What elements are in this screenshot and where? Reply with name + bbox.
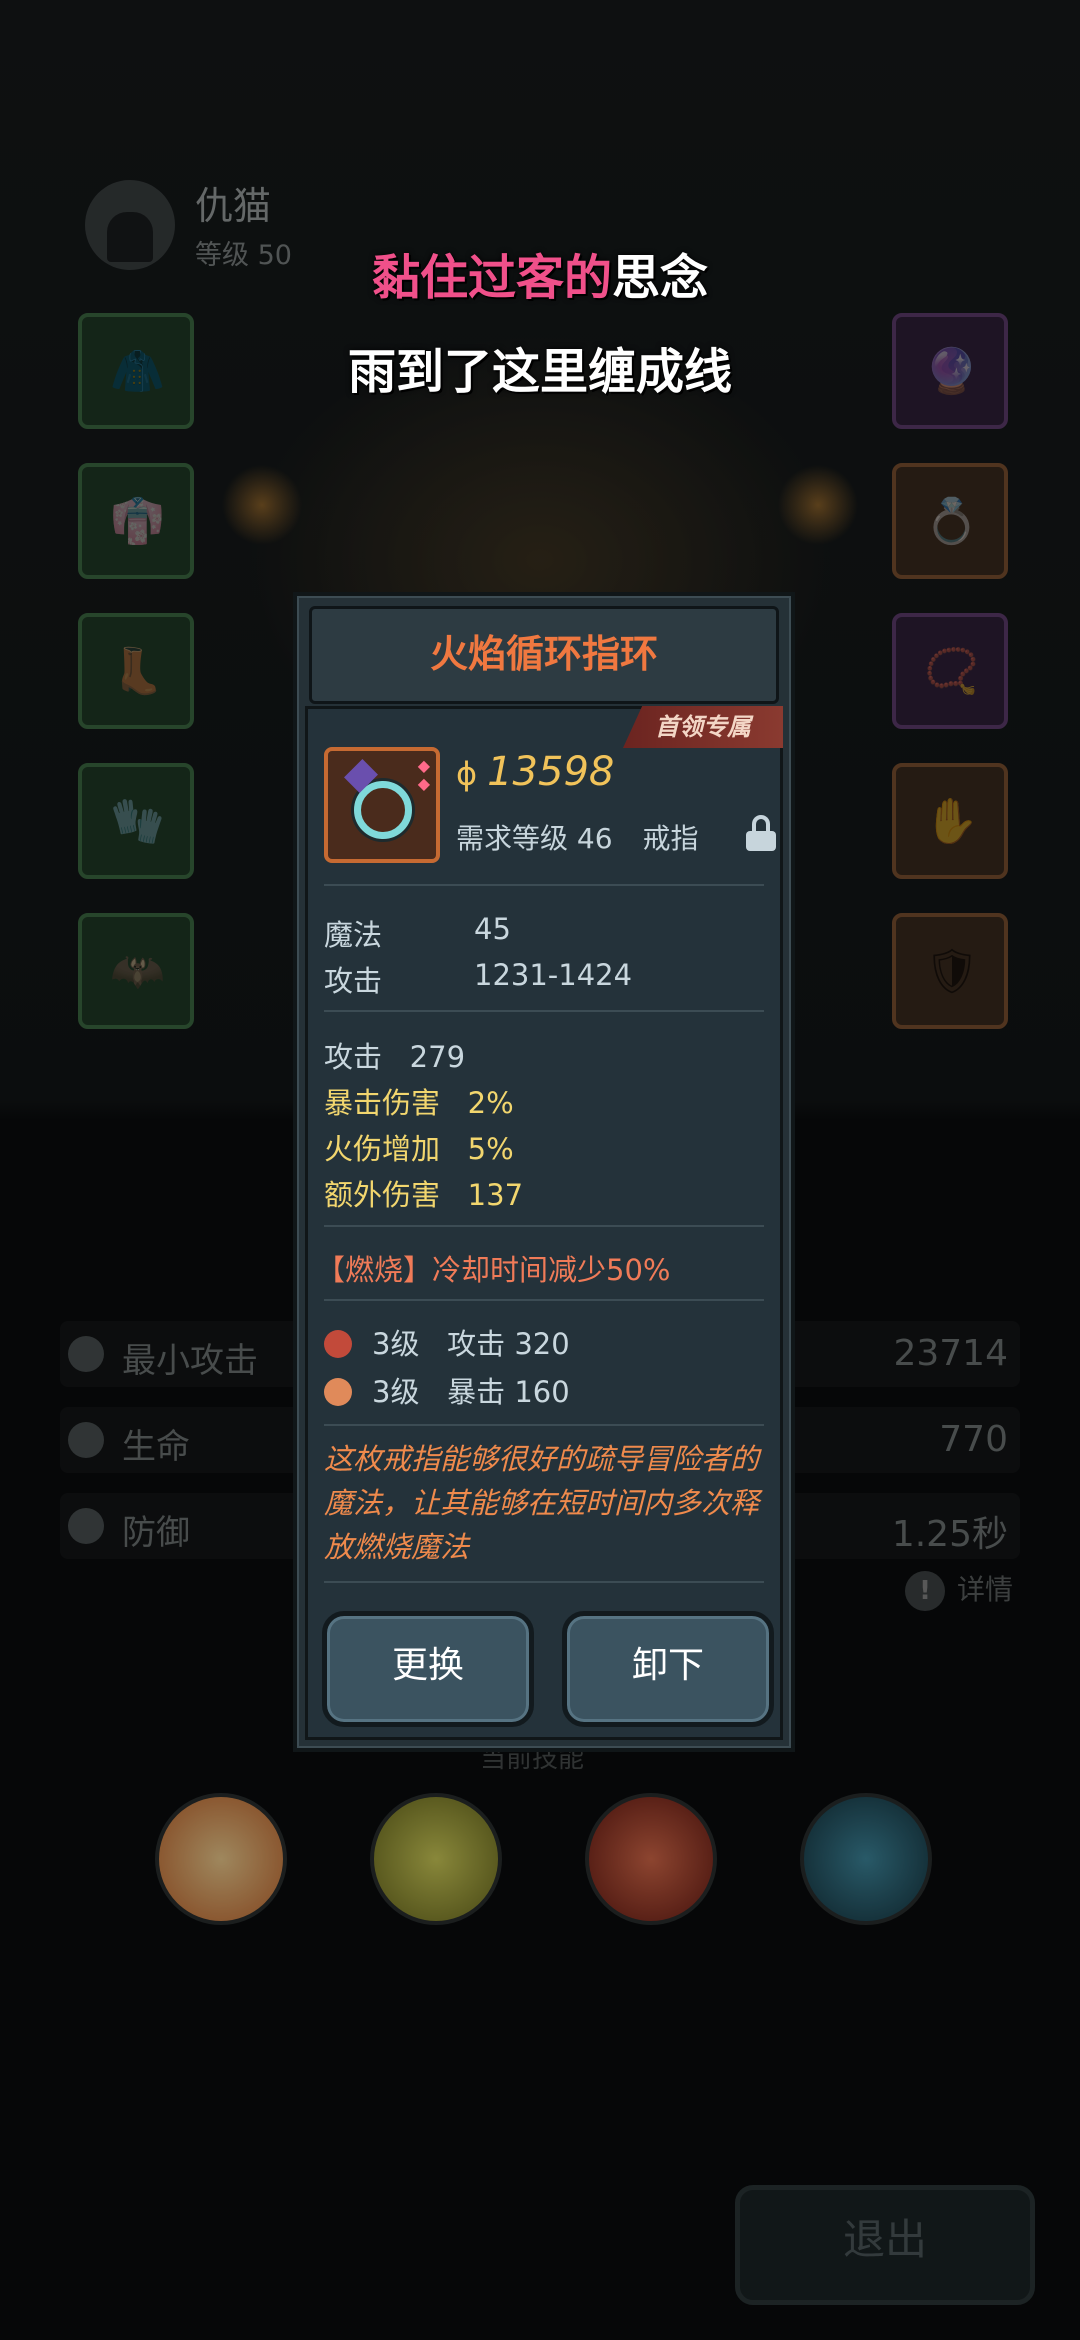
ruby-gem-icon [324,1330,352,1358]
price-value: 13598 [487,749,615,795]
gem-level: 3级 [372,1375,420,1409]
lock-icon[interactable] [746,815,776,851]
item-detail-body: 首领专属 ◆ ◆ ɸ 13598 需求等级 46 戒指 魔法 45 攻击 1231-142… [305,706,783,1740]
lyrics-line-2: 雨到了这里缠成线 [347,344,732,400]
stat-label: 额外伤害 [324,1178,441,1212]
gem-effect: 暴击 160 [447,1375,570,1409]
bonus-stat-row: 攻击 279 [324,1034,465,1076]
replace-button[interactable]: 更换 [322,1611,534,1727]
coin-icon: ɸ [456,755,478,793]
divider [324,1581,764,1583]
stat-label: 魔法 [324,918,383,952]
stat-value: 45 [474,912,511,946]
bonus-stat-row: 额外伤害 137 [324,1172,523,1214]
lyrics-line-1: 黏住过客的思念 [0,238,1080,308]
divider [324,884,764,886]
lyrics-highlight: 黏住过客的 [371,250,612,306]
bonus-stat-row: 火伤增加 5% [324,1126,514,1168]
gem-effect: 攻击 320 [447,1327,570,1361]
required-level: 需求等级 46 [456,822,613,855]
lyrics-rest: 思念 [612,250,709,306]
divider [324,1010,764,1012]
item-detail-panel: 火焰循环指环 首领专属 ◆ ◆ ɸ 13598 需求等级 46 戒指 魔法 45 攻击 1… [293,592,795,1752]
item-requirement: 需求等级 46 戒指 [456,817,699,857]
stat-label: 火伤增加 [324,1132,441,1166]
divider [324,1225,764,1227]
gem-level: 3级 [372,1327,420,1361]
item-price: ɸ 13598 [456,749,614,795]
amber-gem-icon [324,1378,352,1406]
socket-pips-icon: ◆ ◆ [417,756,430,793]
special-effect: 【燃烧】冷却时间减少50% [316,1253,671,1287]
stat-value: 137 [467,1178,524,1212]
bonus-stat-row: 暴击伤害 2% [324,1080,514,1122]
base-stat-row: 魔法 45 [324,912,511,954]
stat-label: 攻击 [324,964,383,998]
stat-value: 2% [467,1086,514,1120]
divider [324,1424,764,1426]
gem-row: 3级 攻击 320 [324,1321,570,1363]
stat-value: 5% [467,1132,514,1166]
stat-value: 279 [409,1040,466,1074]
slot-type: 戒指 [642,822,699,855]
item-icon: ◆ ◆ [324,747,440,863]
item-description: 这枚戒指能够很好的疏导冒险者的魔法，让其能够在短时间内多次释放燃烧魔法 [324,1442,760,1564]
base-stat-row: 攻击 1231-1424 [324,958,632,1000]
gem-row: 3级 暴击 160 [324,1369,570,1411]
boss-exclusive-tag: 首领专属 [623,706,783,748]
item-title: 火焰循环指环 [309,606,779,704]
stat-label: 暴击伤害 [324,1086,441,1120]
stat-value: 1231-1424 [474,958,633,992]
stat-label: 攻击 [324,1040,383,1074]
unequip-button[interactable]: 卸下 [562,1611,774,1727]
divider [324,1299,764,1301]
